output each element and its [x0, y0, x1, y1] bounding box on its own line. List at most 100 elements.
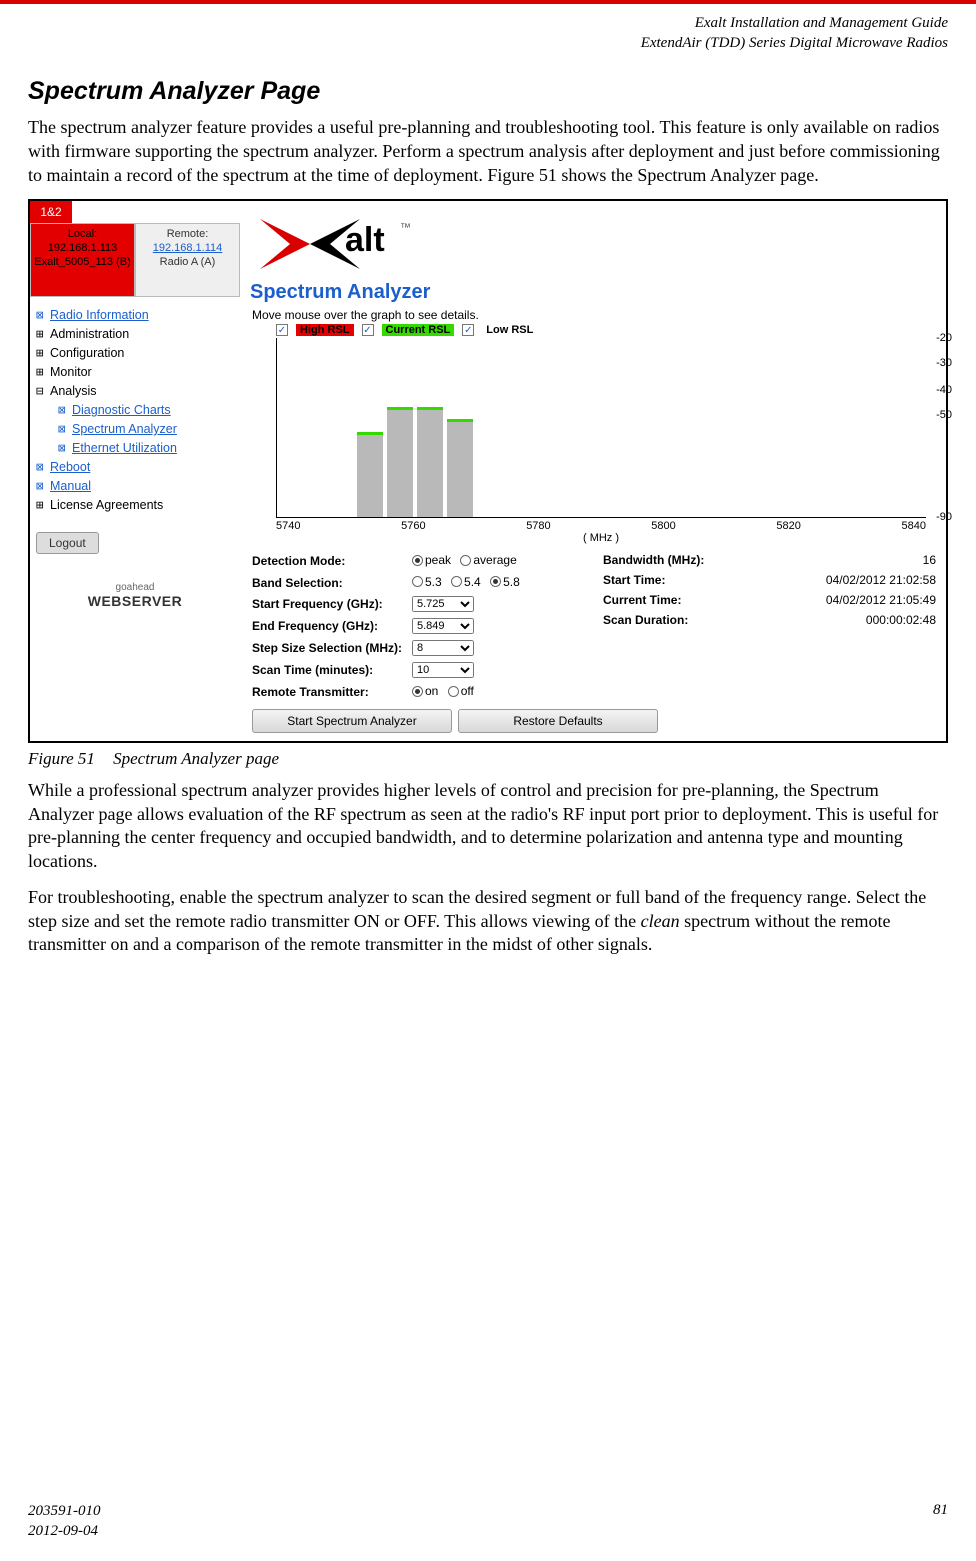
end-freq-label: End Frequency (GHz): — [252, 619, 412, 633]
section-heading: Spectrum Analyzer Page — [28, 77, 948, 106]
figure-screenshot: 1&2 Local: 192.168.1.113 Exalt_5005_113 … — [28, 199, 948, 743]
xtick: 5800 — [651, 520, 675, 532]
radio-peak[interactable]: peak — [412, 553, 451, 567]
remote-host-card[interactable]: Remote: 192.168.1.114 Radio A (A) — [135, 223, 240, 297]
ytick: -50 — [936, 409, 952, 421]
nav-radio-information[interactable]: ⊠Radio Information — [36, 305, 234, 324]
ytick: -20 — [936, 332, 952, 344]
svg-text:alt: alt — [345, 221, 385, 259]
detection-mode-label: Detection Mode: — [252, 554, 412, 568]
chart-bar — [417, 410, 443, 517]
scan-time-select[interactable]: 10 — [412, 662, 474, 678]
checkbox-current-rsl[interactable]: ✓ — [362, 324, 374, 336]
logout-button[interactable]: Logout — [36, 532, 99, 554]
radio-band-58[interactable]: 5.8 — [490, 575, 520, 589]
nav-tree: ⊠Radio Information ⊞Administration ⊞Conf… — [30, 297, 240, 522]
nav-administration[interactable]: ⊞Administration — [36, 324, 234, 343]
checkbox-low-rsl[interactable]: ✓ — [462, 324, 474, 336]
radio-band-54[interactable]: 5.4 — [451, 575, 481, 589]
ytick: -30 — [936, 357, 952, 369]
remote-label: Remote: — [138, 228, 237, 242]
radio-remote-off[interactable]: off — [448, 684, 474, 698]
x-axis-unit: ( MHz ) — [276, 532, 926, 544]
device-tab[interactable]: 1&2 — [30, 201, 72, 223]
radio-band-53[interactable]: 5.3 — [412, 575, 442, 589]
start-freq-select[interactable]: 5.725 — [412, 596, 474, 612]
current-time-label: Current Time: — [603, 593, 763, 607]
start-spectrum-button[interactable]: Start Spectrum Analyzer — [252, 709, 452, 733]
remote-ip[interactable]: 192.168.1.114 — [138, 242, 237, 256]
series-title: ExtendAir (TDD) Series Digital Microwave… — [0, 34, 948, 54]
end-freq-select[interactable]: 5.849 — [412, 618, 474, 634]
figure-caption-text: Spectrum Analyzer page — [113, 749, 279, 768]
ytick: -90 — [936, 511, 952, 523]
bandwidth-label: Bandwidth (MHz): — [603, 553, 763, 567]
legend-current-rsl: Current RSL — [382, 324, 455, 336]
webserver-big: WEBSERVER — [88, 593, 182, 609]
legend-high-rsl: High RSL — [296, 324, 354, 336]
paragraph-3: For troubleshooting, enable the spectrum… — [28, 886, 948, 957]
nav-diagnostic-charts[interactable]: ⊠Diagnostic Charts — [58, 400, 234, 419]
svg-text:™: ™ — [400, 222, 411, 234]
nav-license-agreements[interactable]: ⊞License Agreements — [36, 495, 234, 514]
step-size-select[interactable]: 8 — [412, 640, 474, 656]
x-ticks: 5740 5760 5780 5800 5820 5840 — [276, 520, 926, 532]
page-footer: 203591-010 2012-09-04 81 — [0, 1502, 976, 1541]
xtick: 5840 — [901, 520, 925, 532]
chart-bar — [357, 435, 383, 517]
start-time-label: Start Time: — [603, 573, 763, 587]
step-size-label: Step Size Selection (MHz): — [252, 641, 412, 655]
chart-legend: ✓ High RSL ✓ Current RSL ✓ Low RSL — [276, 324, 936, 336]
xtick: 5820 — [776, 520, 800, 532]
checkbox-high-rsl[interactable]: ✓ — [276, 324, 288, 336]
spectrum-chart[interactable]: -20 -30 -40 -50 -90 — [276, 338, 926, 518]
local-name: Exalt_5005_113 (B) — [33, 256, 132, 270]
start-time-value: 04/02/2012 21:02:58 — [763, 573, 936, 587]
scan-duration-label: Scan Duration: — [603, 613, 763, 627]
scan-time-label: Scan Time (minutes): — [252, 663, 412, 677]
start-freq-label: Start Frequency (GHz): — [252, 597, 412, 611]
paragraph-2: While a professional spectrum analyzer p… — [28, 779, 948, 874]
chart-bar — [387, 410, 413, 517]
nav-reboot[interactable]: ⊠Reboot — [36, 457, 234, 476]
nav-configuration[interactable]: ⊞Configuration — [36, 343, 234, 362]
doc-number: 203591-010 — [28, 1502, 101, 1522]
local-ip: 192.168.1.113 — [33, 242, 132, 256]
running-header: Exalt Installation and Management Guide … — [0, 10, 976, 67]
guide-title: Exalt Installation and Management Guide — [0, 14, 948, 34]
current-time-value: 04/02/2012 21:05:49 — [763, 593, 936, 607]
figure-caption: Figure 51 Spectrum Analyzer page — [28, 749, 948, 769]
restore-defaults-button[interactable]: Restore Defaults — [458, 709, 658, 733]
nav-spectrum-analyzer[interactable]: ⊠Spectrum Analyzer — [58, 419, 234, 438]
xtick: 5740 — [276, 520, 300, 532]
webserver-badge: goahead WEBSERVER — [36, 582, 234, 609]
nav-manual[interactable]: ⊠Manual — [36, 476, 234, 495]
nav-ethernet-utilization[interactable]: ⊠Ethernet Utilization — [58, 438, 234, 457]
nav-monitor[interactable]: ⊞Monitor — [36, 362, 234, 381]
scan-duration-value: 000:00:02:48 — [763, 613, 936, 627]
remote-name: Radio A (A) — [138, 256, 237, 270]
radio-remote-on[interactable]: on — [412, 684, 438, 698]
local-host-card[interactable]: Local: 192.168.1.113 Exalt_5005_113 (B) — [30, 223, 135, 297]
ytick: -40 — [936, 384, 952, 396]
remote-tx-label: Remote Transmitter: — [252, 685, 412, 699]
chart-bar — [447, 422, 473, 517]
nav-analysis[interactable]: ⊟Analysis — [36, 381, 234, 400]
exalt-logo: alt ™ — [250, 209, 470, 279]
graph-hint: Move mouse over the graph to see details… — [252, 308, 936, 322]
bandwidth-value: 16 — [763, 553, 936, 567]
doc-date: 2012-09-04 — [28, 1522, 101, 1542]
main-panel: alt ™ Spectrum Analyzer Move mouse over … — [240, 201, 946, 741]
band-selection-label: Band Selection: — [252, 576, 412, 590]
figure-number: Figure 51 — [28, 749, 95, 768]
legend-low-rsl: Low RSL — [482, 324, 537, 336]
webserver-small: goahead — [36, 582, 234, 593]
local-label: Local: — [33, 228, 132, 242]
xtick: 5760 — [401, 520, 425, 532]
header-red-rule — [0, 0, 976, 4]
sidebar: 1&2 Local: 192.168.1.113 Exalt_5005_113 … — [30, 201, 240, 627]
intro-paragraph: The spectrum analyzer feature provides a… — [28, 116, 948, 187]
radio-average[interactable]: average — [460, 553, 516, 567]
page-number: 81 — [933, 1502, 948, 1541]
xtick: 5780 — [526, 520, 550, 532]
